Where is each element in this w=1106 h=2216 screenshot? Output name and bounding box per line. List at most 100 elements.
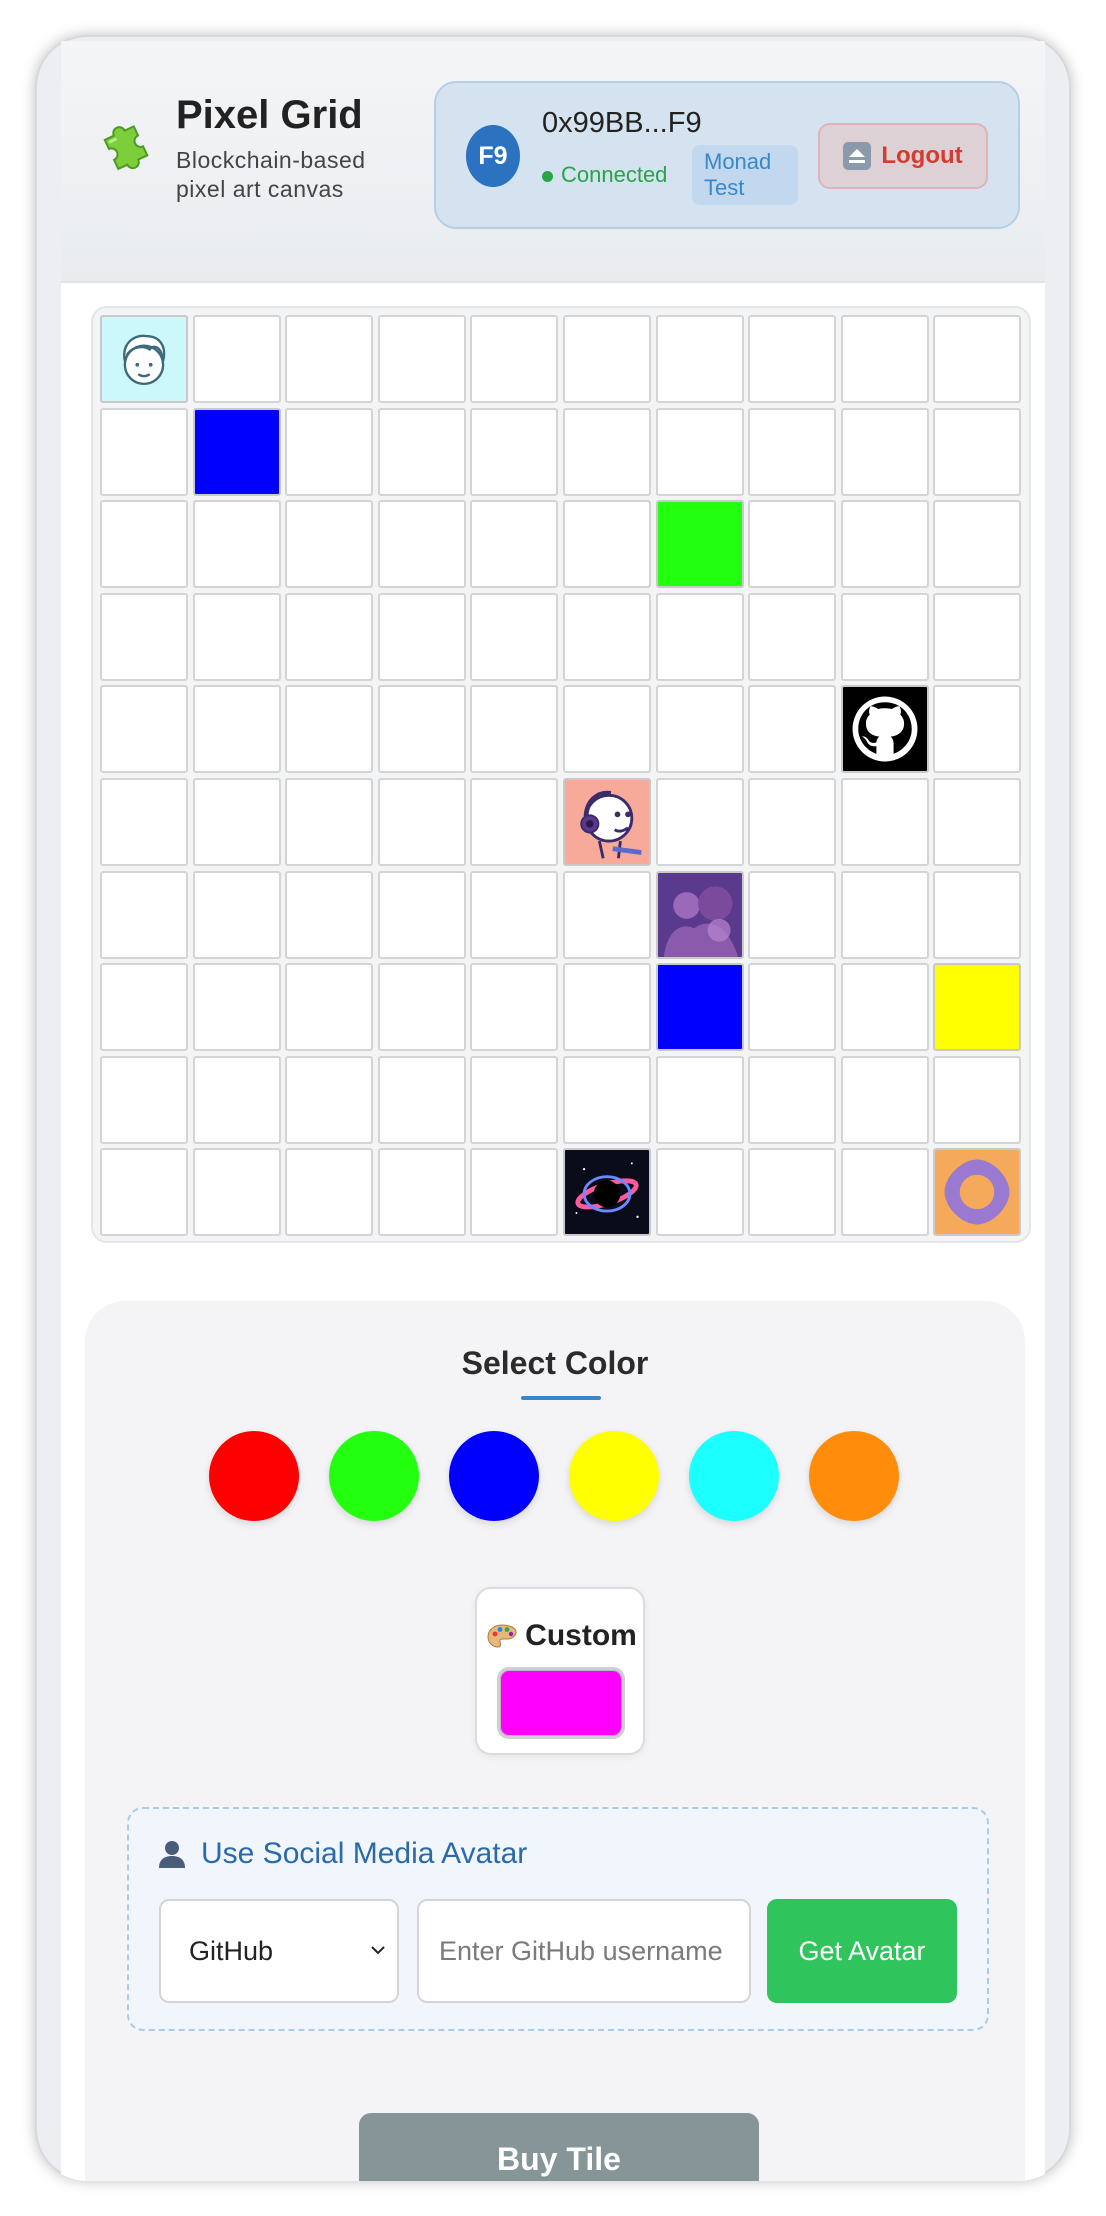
color-swatch[interactable] [209, 1431, 299, 1521]
grid-tile[interactable] [748, 407, 837, 496]
grid-tile[interactable] [655, 777, 744, 866]
grid-tile[interactable] [840, 777, 929, 866]
grid-tile[interactable] [470, 315, 559, 403]
grid-tile[interactable] [192, 1148, 281, 1237]
grid-tile-colored[interactable] [192, 407, 281, 496]
grid-tile[interactable] [933, 685, 1022, 774]
grid-tile[interactable] [100, 870, 188, 959]
grid-tile[interactable] [192, 1055, 281, 1144]
grid-tile[interactable] [840, 407, 929, 496]
grid-tile[interactable] [748, 1055, 837, 1144]
grid-tile[interactable] [562, 1055, 651, 1144]
grid-tile[interactable] [192, 592, 281, 681]
grid-tile[interactable] [285, 1055, 374, 1144]
grid-tile[interactable] [100, 500, 188, 589]
grid-tile-colored[interactable] [655, 963, 744, 1052]
grid-tile[interactable] [285, 963, 374, 1052]
color-swatch[interactable] [809, 1431, 899, 1521]
grid-tile[interactable] [100, 1055, 188, 1144]
grid-tile[interactable] [562, 500, 651, 589]
grid-tile[interactable] [285, 685, 374, 774]
grid-tile[interactable] [562, 685, 651, 774]
grid-tile[interactable] [933, 777, 1022, 866]
grid-tile-colored[interactable] [655, 500, 744, 589]
grid-tile[interactable] [377, 777, 466, 866]
grid-tile-headphones-cartoon-avatar[interactable] [562, 777, 651, 866]
grid-tile[interactable] [748, 685, 837, 774]
grid-tile[interactable] [748, 1148, 837, 1237]
grid-tile[interactable] [377, 500, 466, 589]
grid-tile[interactable] [377, 315, 466, 403]
color-swatch[interactable] [569, 1431, 659, 1521]
platform-select[interactable]: GitHub [159, 1899, 399, 2003]
grid-tile[interactable] [840, 592, 929, 681]
grid-tile[interactable] [100, 963, 188, 1052]
grid-tile[interactable] [192, 500, 281, 589]
color-swatch[interactable] [689, 1431, 779, 1521]
grid-tile[interactable] [100, 685, 188, 774]
grid-tile[interactable] [655, 407, 744, 496]
grid-tile[interactable] [748, 500, 837, 589]
grid-tile[interactable] [285, 592, 374, 681]
custom-color-card[interactable]: Custom [475, 1587, 645, 1755]
grid-tile[interactable] [470, 500, 559, 589]
grid-tile-orange-diamond-avatar[interactable] [933, 1148, 1022, 1237]
grid-tile[interactable] [285, 870, 374, 959]
color-swatch[interactable] [329, 1431, 419, 1521]
grid-tile[interactable] [285, 407, 374, 496]
buy-tile-button[interactable]: Buy Tile [359, 2113, 759, 2181]
grid-tile[interactable] [470, 870, 559, 959]
grid-tile[interactable] [192, 777, 281, 866]
grid-tile[interactable] [100, 777, 188, 866]
grid-tile[interactable] [840, 870, 929, 959]
grid-tile[interactable] [748, 592, 837, 681]
grid-tile[interactable] [100, 1148, 188, 1237]
grid-tile[interactable] [933, 500, 1022, 589]
grid-tile[interactable] [192, 315, 281, 403]
grid-tile[interactable] [933, 592, 1022, 681]
grid-tile[interactable] [748, 963, 837, 1052]
grid-tile[interactable] [933, 407, 1022, 496]
grid-tile[interactable] [285, 315, 374, 403]
grid-tile[interactable] [840, 315, 929, 403]
grid-tile[interactable] [470, 407, 559, 496]
grid-tile[interactable] [748, 315, 837, 403]
grid-tile[interactable] [285, 500, 374, 589]
grid-tile[interactable] [192, 963, 281, 1052]
grid-tile[interactable] [285, 777, 374, 866]
grid-tile[interactable] [655, 1148, 744, 1237]
grid-tile[interactable] [470, 685, 559, 774]
grid-tile-purple-photo-avatar[interactable] [655, 870, 744, 959]
grid-tile-github-octocat-avatar[interactable] [840, 685, 929, 774]
grid-tile[interactable] [840, 963, 929, 1052]
grid-tile[interactable] [840, 1148, 929, 1237]
grid-tile[interactable] [470, 1055, 559, 1144]
get-avatar-button[interactable]: Get Avatar [767, 1899, 957, 2003]
grid-tile[interactable] [377, 407, 466, 496]
grid-tile[interactable] [655, 685, 744, 774]
grid-tile[interactable] [933, 315, 1022, 403]
grid-tile[interactable] [562, 963, 651, 1052]
grid-tile[interactable] [377, 870, 466, 959]
grid-tile[interactable] [377, 1148, 466, 1237]
color-swatch[interactable] [449, 1431, 539, 1521]
grid-tile[interactable] [470, 1148, 559, 1237]
grid-tile[interactable] [470, 963, 559, 1052]
grid-tile[interactable] [933, 1055, 1022, 1144]
grid-tile-boy-face-avatar[interactable] [100, 315, 188, 403]
logout-button[interactable]: Logout [818, 123, 988, 189]
grid-tile[interactable] [562, 592, 651, 681]
grid-tile[interactable] [748, 777, 837, 866]
grid-tile[interactable] [562, 870, 651, 959]
grid-tile[interactable] [377, 963, 466, 1052]
grid-tile[interactable] [100, 407, 188, 496]
grid-tile[interactable] [748, 870, 837, 959]
grid-tile[interactable] [377, 685, 466, 774]
grid-tile[interactable] [840, 1055, 929, 1144]
grid-tile[interactable] [377, 1055, 466, 1144]
grid-tile[interactable] [562, 315, 651, 403]
grid-tile-black-hole-avatar[interactable] [562, 1148, 651, 1237]
grid-tile[interactable] [285, 1148, 374, 1237]
grid-tile[interactable] [192, 685, 281, 774]
grid-tile[interactable] [562, 407, 651, 496]
